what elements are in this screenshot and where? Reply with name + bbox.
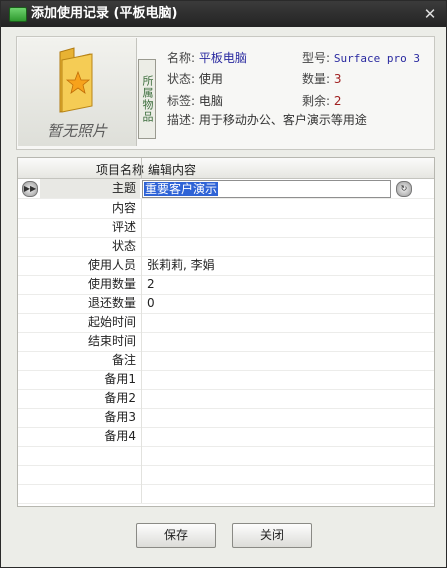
grid-row-empty (18, 484, 434, 504)
grid-row[interactable]: 备用4 (18, 427, 434, 447)
grid-row[interactable]: 评述 (18, 218, 434, 238)
row-name: 备用2 (104, 391, 136, 405)
name-value: 平板电脑 (198, 51, 247, 65)
row-name: 退还数量 (87, 296, 136, 310)
row-name: 评述 (111, 220, 136, 234)
grid-row[interactable]: 起始时间 (18, 313, 434, 333)
grid-row[interactable]: 退还数量 0 (18, 294, 434, 314)
row-name: 状态 (111, 239, 136, 253)
column-header-name[interactable]: 项目名称 (96, 161, 144, 178)
refresh-icon[interactable]: ↻ (396, 181, 412, 197)
remaining-value: 2 (333, 94, 342, 108)
row-value[interactable]: 0 (147, 294, 155, 313)
grid-row[interactable]: 备用2 (18, 389, 434, 409)
grid-row-empty (18, 446, 434, 466)
grid-row[interactable]: 备注 (18, 351, 434, 371)
row-name: 使用数量 (87, 277, 136, 291)
grid-row[interactable]: 状态 (18, 237, 434, 257)
category-tag: 所属物品 (138, 59, 156, 139)
grid-row-empty (18, 465, 434, 485)
row-name: 备用4 (104, 429, 136, 443)
folder-star-icon (59, 47, 93, 113)
window-title: 添加使用记录 (平板电脑) (31, 6, 178, 21)
play-forward-icon: ▶▶ (22, 181, 38, 197)
row-value[interactable]: 张莉莉, 李娟 (147, 256, 215, 275)
row-name: 内容 (111, 201, 136, 215)
model-value: Surface pro 3 (333, 52, 420, 65)
row-name: 使用人员 (87, 258, 136, 272)
status-label: 状态: (167, 72, 196, 86)
tag-value: 电脑 (198, 94, 223, 108)
description-field: 描述: 用于移动办公、客户演示等用途 (167, 111, 367, 128)
close-window-button[interactable]: ✕ (420, 4, 440, 24)
subject-input[interactable]: 重要客户演示 (142, 180, 391, 198)
quantity-field: 数量: 3 (302, 70, 342, 87)
tag-label: 标签: (167, 94, 196, 108)
quantity-label: 数量: (302, 72, 331, 86)
grid-row[interactable]: ▶▶ 主题 重要客户演示 ↻ (18, 179, 434, 199)
grid-row[interactable]: 结束时间 (18, 332, 434, 352)
status-value: 使用 (198, 72, 223, 86)
subject-input-value[interactable]: 重要客户演示 (144, 182, 219, 196)
title-bar: 添加使用记录 (平板电脑) ✕ (1, 1, 446, 27)
model-field: 型号: Surface pro 3 (302, 49, 420, 66)
remaining-field: 剩余: 2 (302, 92, 342, 109)
grid-row[interactable]: 使用人员 张莉莉, 李娟 (18, 256, 434, 276)
row-name: 备用3 (104, 410, 136, 424)
dialog-window: 添加使用记录 (平板电脑) ✕ 暂无照片 所属物品 名称: 平板电脑 型号: S… (0, 0, 447, 568)
row-name: 主题 (40, 179, 140, 198)
item-photo[interactable]: 暂无照片 (18, 38, 137, 146)
column-header-value[interactable]: 编辑内容 (148, 161, 196, 178)
row-name: 备用1 (104, 372, 136, 386)
remaining-label: 剩余: (302, 94, 331, 108)
row-indicator: ▶▶ (18, 179, 40, 198)
grid-row[interactable]: 备用1 (18, 370, 434, 390)
property-grid: 项目名称 编辑内容 ▶▶ 主题 重要客户演示 ↻ 内容 评述 状态 使用人员 张莉… (17, 157, 435, 507)
grid-row[interactable]: 备用3 (18, 408, 434, 428)
grid-row[interactable]: 使用数量 2 (18, 275, 434, 295)
no-photo-caption: 暂无照片 (46, 122, 107, 140)
model-label: 型号: (302, 51, 331, 65)
row-name: 备注 (111, 353, 136, 367)
grid-header: 项目名称 编辑内容 (18, 158, 434, 179)
row-name: 结束时间 (87, 334, 136, 348)
close-button[interactable]: 关闭 (232, 523, 312, 548)
name-label: 名称: (167, 51, 196, 65)
save-button[interactable]: 保存 (136, 523, 216, 548)
description-value: 用于移动办公、客户演示等用途 (198, 113, 367, 127)
item-info-panel: 暂无照片 所属物品 名称: 平板电脑 型号: Surface pro 3 状态:… (16, 36, 435, 150)
quantity-value: 3 (333, 72, 342, 86)
app-icon (9, 7, 27, 22)
grid-row[interactable]: 内容 (18, 199, 434, 219)
row-name: 起始时间 (87, 315, 136, 329)
column-separator[interactable] (141, 158, 142, 178)
tag-field: 标签: 电脑 (167, 92, 223, 109)
name-field: 名称: 平板电脑 (167, 49, 247, 66)
row-value[interactable]: 2 (147, 275, 155, 294)
status-field: 状态: 使用 (167, 70, 223, 87)
description-label: 描述: (167, 113, 196, 127)
